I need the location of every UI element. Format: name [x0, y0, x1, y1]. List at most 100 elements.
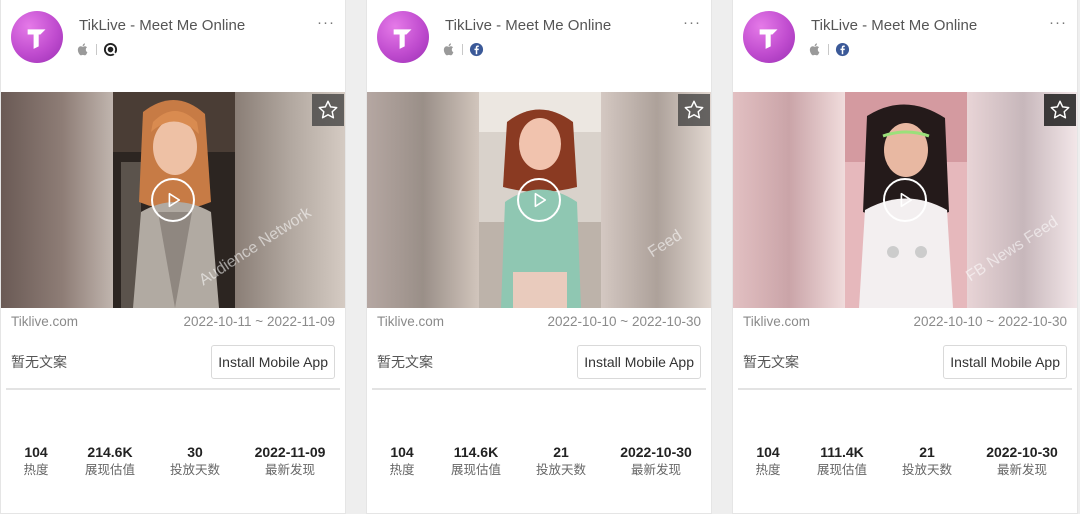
play-button[interactable] — [883, 178, 927, 222]
stat-value: 30 — [187, 444, 203, 460]
stats-row: 104 热度 111.4K 展现估值 21 投放天数 2022-10-30 最新… — [733, 444, 1077, 484]
stat-label: 热度 — [23, 463, 49, 477]
ad-domain[interactable]: Tiklive.com — [743, 314, 810, 332]
ad-copy-text: 暂无文案 — [11, 354, 67, 370]
play-button[interactable] — [151, 178, 195, 222]
stat-label: 热度 — [755, 463, 781, 477]
app-logo[interactable] — [377, 11, 429, 63]
stat-label: 展现估值 — [84, 463, 136, 477]
divider — [96, 43, 97, 55]
app-logo[interactable] — [11, 11, 63, 63]
stat-value: 2022-10-30 — [986, 444, 1058, 460]
ad-card[interactable]: TikLive - Meet Me Online ··· — [732, 0, 1078, 514]
stat-label: 热度 — [389, 463, 415, 477]
stat-impressions: 111.4K 展现估值 — [817, 444, 867, 479]
play-icon — [168, 192, 181, 208]
divider — [828, 43, 829, 55]
stat-label: 展现估值 — [450, 463, 502, 477]
platform-list — [75, 40, 118, 58]
cta-button[interactable]: Install Mobile App — [943, 345, 1067, 379]
ad-copy-row: 暂无文案 Install Mobile App — [377, 344, 701, 380]
stat-label: 最新发现 — [996, 463, 1047, 477]
stat-value: 21 — [553, 444, 569, 460]
media-blur-left — [733, 92, 845, 308]
ad-domain[interactable]: Tiklive.com — [377, 314, 444, 332]
cta-button[interactable]: Install Mobile App — [211, 345, 335, 379]
stat-days: 21 投放天数 — [536, 444, 586, 479]
tiklive-logo-icon — [393, 29, 412, 49]
facebook-icon — [834, 41, 850, 57]
ad-card[interactable]: TikLive - Meet Me Online ··· — [366, 0, 712, 514]
stat-value: 104 — [756, 444, 780, 460]
stat-heat: 104 热度 — [23, 444, 48, 479]
apple-icon — [441, 41, 457, 57]
apple-icon — [807, 41, 823, 57]
card-header: TikLive - Meet Me Online ··· — [733, 0, 1077, 92]
ad-copy-text: 暂无文案 — [377, 354, 433, 370]
favorite-button[interactable] — [312, 94, 344, 126]
ad-media[interactable]: Audience Network — [1, 92, 345, 308]
ad-info-row: Tiklive.com 2022-10-10 ~ 2022-10-30 — [743, 314, 1067, 332]
cta-button[interactable]: Install Mobile App — [577, 345, 701, 379]
stats-row: 104 热度 214.6K 展现估值 30 投放天数 2022-11-09 最新… — [1, 444, 345, 484]
stat-latest: 2022-10-30 最新发现 — [620, 444, 692, 479]
stat-heat: 104 热度 — [389, 444, 414, 479]
stat-value: 21 — [919, 444, 935, 460]
stat-value: 2022-10-30 — [620, 444, 692, 460]
more-options-icon[interactable]: ··· — [317, 14, 335, 31]
stat-value: 2022-11-09 — [254, 444, 326, 460]
ad-copy-text: 暂无文案 — [743, 354, 799, 370]
facebook-icon — [468, 41, 484, 57]
stat-label: 投放天数 — [535, 463, 587, 477]
stat-label: 投放天数 — [901, 463, 953, 477]
stat-label: 投放天数 — [169, 463, 221, 477]
ad-copy-row: 暂无文案 Install Mobile App — [11, 344, 335, 380]
divider — [6, 388, 340, 390]
play-button[interactable] — [517, 178, 561, 222]
ad-info-row: Tiklive.com 2022-10-10 ~ 2022-10-30 — [377, 314, 701, 332]
play-icon — [900, 192, 913, 208]
ad-date-range: 2022-10-10 ~ 2022-10-30 — [547, 314, 702, 329]
media-blur-left — [1, 92, 113, 308]
more-options-icon[interactable]: ··· — [683, 14, 701, 31]
divider — [462, 43, 463, 55]
media-blur-left — [367, 92, 479, 308]
ad-card[interactable]: TikLive - Meet Me Online ··· — [0, 0, 346, 514]
apple-icon — [75, 41, 91, 57]
ad-copy-row: 暂无文案 Install Mobile App — [743, 344, 1067, 380]
stat-label: 最新发现 — [630, 463, 681, 477]
app-logo[interactable] — [743, 11, 795, 63]
ad-media[interactable]: FB News Feed — [733, 92, 1077, 308]
favorite-button[interactable] — [678, 94, 710, 126]
play-icon — [534, 192, 547, 208]
stat-days: 21 投放天数 — [902, 444, 952, 479]
stat-value: 111.4K — [820, 444, 864, 460]
stat-label: 最新发现 — [264, 463, 315, 477]
platform-list — [441, 40, 484, 58]
stat-latest: 2022-11-09 最新发现 — [255, 444, 326, 479]
app-title[interactable]: TikLive - Meet Me Online — [445, 17, 611, 34]
stat-value: 104 — [24, 444, 48, 460]
ad-domain[interactable]: Tiklive.com — [11, 314, 78, 332]
stat-value: 104 — [390, 444, 414, 460]
stat-days: 30 投放天数 — [170, 444, 220, 479]
star-icon — [1050, 100, 1070, 119]
stat-impressions: 214.6K 展现估值 — [85, 444, 135, 479]
more-options-icon[interactable]: ··· — [1049, 14, 1067, 31]
app-title[interactable]: TikLive - Meet Me Online — [79, 17, 245, 34]
divider — [372, 388, 706, 390]
ad-info-row: Tiklive.com 2022-10-11 ~ 2022-11-09 — [11, 314, 335, 332]
tiklive-logo-icon — [27, 29, 46, 49]
platform-list — [807, 40, 850, 58]
card-header: TikLive - Meet Me Online ··· — [367, 0, 711, 92]
star-icon — [318, 100, 338, 119]
stats-row: 104 热度 114.6K 展现估值 21 投放天数 2022-10-30 最新… — [367, 444, 711, 484]
star-icon — [684, 100, 704, 119]
stat-label: 展现估值 — [816, 463, 868, 477]
ad-date-range: 2022-10-11 ~ 2022-11-09 — [183, 314, 336, 329]
stat-value: 214.6K — [87, 444, 133, 460]
favorite-button[interactable] — [1044, 94, 1076, 126]
app-title[interactable]: TikLive - Meet Me Online — [811, 17, 977, 34]
ad-media[interactable]: Feed — [367, 92, 711, 308]
tiklive-logo-icon — [759, 29, 778, 49]
